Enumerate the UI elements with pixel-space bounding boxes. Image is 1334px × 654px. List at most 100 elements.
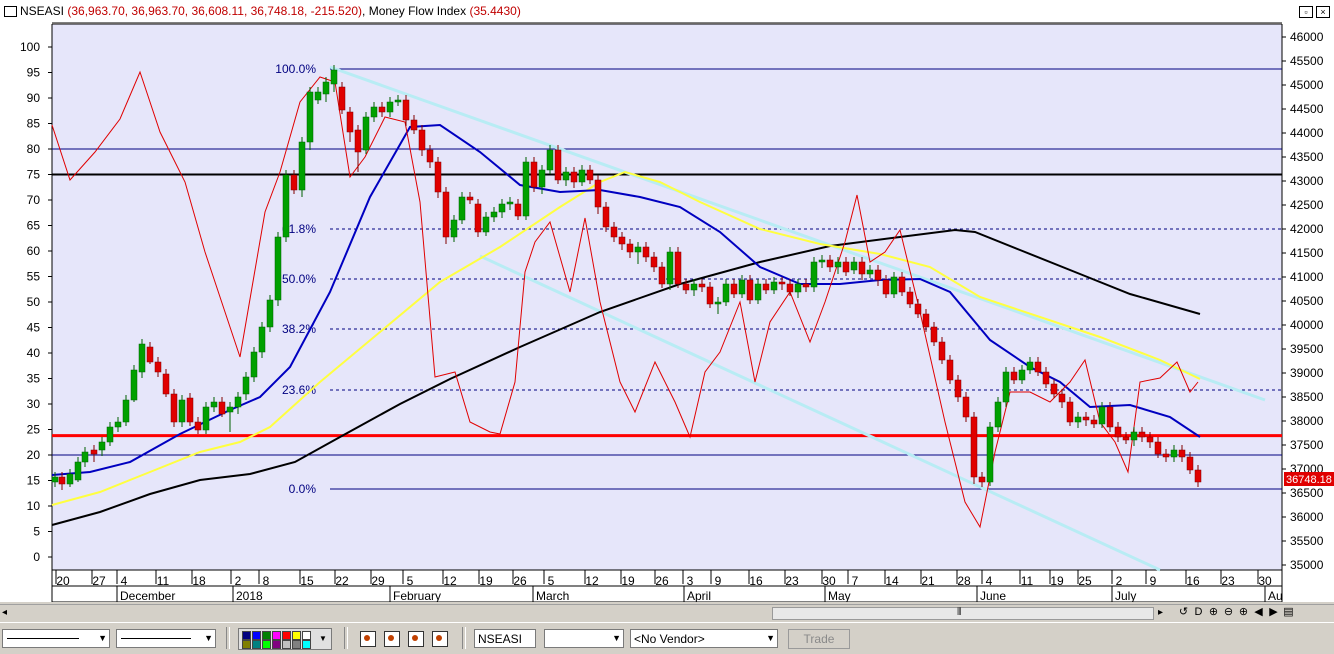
candle-down	[162, 373, 170, 395]
symbol-input[interactable]: NSEASI	[474, 629, 536, 648]
candle-down	[746, 279, 754, 301]
color-swatch[interactable]	[282, 631, 291, 640]
candle-down	[970, 416, 978, 478]
draw-tool-icon[interactable]	[432, 631, 448, 647]
candle-down	[1106, 406, 1114, 428]
left-axis-tick-label: 30	[27, 397, 41, 411]
candle-up	[362, 116, 370, 151]
candle-down	[466, 196, 474, 201]
candle-up	[634, 246, 642, 253]
right-axis-tick-label: 42500	[1290, 198, 1324, 212]
candle-down	[1146, 436, 1154, 443]
candle-down	[682, 283, 690, 291]
right-axis-tick-label: 36000	[1290, 510, 1324, 524]
zoom-out-icon[interactable]: ⊖	[1221, 605, 1236, 618]
candle-up	[298, 141, 306, 191]
scroll-forward-icon[interactable]: ▶	[1266, 605, 1281, 618]
candle-down	[570, 171, 578, 183]
layout-icon[interactable]: ▤	[1281, 605, 1296, 618]
daily-button[interactable]: D	[1191, 606, 1206, 618]
chevron-down-icon[interactable]: ▼	[319, 634, 327, 643]
candle-down	[410, 119, 418, 131]
chevron-down-icon: ▼	[98, 633, 107, 643]
candle-up	[690, 283, 698, 291]
scroll-right-arrow-icon[interactable]: ▸	[1158, 607, 1163, 618]
scrollbar-thumb[interactable]: ⦀	[772, 607, 1154, 620]
candle-up	[722, 283, 730, 303]
candle-up	[242, 376, 250, 395]
candle-up	[818, 259, 826, 263]
toolbar-separator	[226, 627, 230, 649]
horizontal-scrollbar[interactable]: ◂ ⦀ ▸	[0, 604, 1334, 621]
fit-icon[interactable]: ⊕	[1236, 605, 1251, 618]
color-swatch[interactable]	[292, 631, 301, 640]
candle-down	[594, 179, 602, 208]
candle-up	[810, 261, 818, 288]
candle-down	[442, 191, 450, 238]
draw-tool-icon[interactable]	[408, 631, 424, 647]
line-style-select[interactable]: ▼	[2, 629, 110, 648]
candle-down	[842, 261, 850, 273]
candle-down	[1034, 361, 1042, 373]
candle-up	[210, 401, 218, 408]
color-swatch[interactable]	[272, 640, 281, 649]
left-axis-tick-label: 70	[27, 193, 41, 207]
left-axis-tick-label: 35	[27, 372, 41, 386]
color-swatch[interactable]	[252, 631, 261, 640]
color-swatch[interactable]	[272, 631, 281, 640]
candle-up	[130, 369, 138, 401]
color-swatch[interactable]	[302, 640, 311, 649]
candle-up	[1018, 369, 1026, 381]
candle-down	[962, 396, 970, 418]
vendor-select[interactable]: <No Vendor> ▼	[630, 629, 778, 648]
left-axis-tick-label: 100	[20, 40, 40, 54]
scroll-left-arrow-icon[interactable]: ◂	[2, 607, 7, 618]
close-window-button[interactable]: ×	[1316, 6, 1330, 18]
candle-up	[106, 426, 114, 443]
color-swatch[interactable]	[302, 631, 311, 640]
restore-window-button[interactable]: ▫	[1299, 6, 1313, 18]
candle-down	[730, 283, 738, 295]
period-select[interactable]: ▼	[544, 629, 624, 648]
left-axis-tick-label: 60	[27, 244, 41, 258]
candle-up	[202, 406, 210, 431]
right-axis-tick-label: 38000	[1290, 414, 1324, 428]
chart-area[interactable]: 100 95 90 85 80 75 70 65 60 55 50 45 40 35 30 25 20 15 10 5…	[0, 22, 1334, 602]
color-swatch[interactable]	[242, 631, 251, 640]
candle-down	[1042, 371, 1050, 385]
color-swatch[interactable]	[262, 631, 271, 640]
color-swatch[interactable]	[282, 640, 291, 649]
color-swatch[interactable]	[292, 640, 301, 649]
candle-up	[458, 196, 466, 221]
trade-button[interactable]: Trade	[788, 629, 850, 649]
candle-down	[346, 111, 354, 133]
candle-down	[218, 401, 226, 415]
color-palette[interactable]: ▼	[238, 628, 332, 650]
chart-title: NSEASI (36,963.70, 36,963.70, 36,608.11,…	[20, 4, 521, 18]
candle-up	[522, 161, 530, 217]
color-swatch[interactable]	[242, 640, 251, 649]
reload-icon[interactable]: ↺	[1176, 605, 1191, 618]
draw-tool-icon[interactable]	[360, 631, 376, 647]
scroll-back-icon[interactable]: ◀	[1251, 605, 1266, 618]
price-chart-svg[interactable]: 1009590858075706560555045403530252015105…	[0, 22, 1334, 602]
candle-up	[754, 283, 762, 301]
candle-up	[1026, 361, 1034, 371]
candle-down	[474, 203, 482, 233]
color-swatch[interactable]	[262, 640, 271, 649]
candle-down	[978, 476, 986, 483]
chevron-down-icon: ▼	[612, 633, 621, 643]
candle-up	[1170, 449, 1178, 458]
candle-up	[386, 101, 394, 113]
candle-up	[546, 149, 554, 171]
candle-down	[882, 279, 890, 295]
draw-tool-icon[interactable]	[384, 631, 400, 647]
zoom-in-icon[interactable]: ⊕	[1206, 605, 1221, 618]
line-width-select[interactable]: ▼	[116, 629, 216, 648]
chevron-down-icon: ▼	[766, 633, 775, 643]
right-axis-tick-label: 45000	[1290, 78, 1324, 92]
candle-up	[1098, 406, 1106, 425]
candle-down	[674, 251, 682, 285]
candle-down	[906, 291, 914, 305]
color-swatch[interactable]	[252, 640, 261, 649]
